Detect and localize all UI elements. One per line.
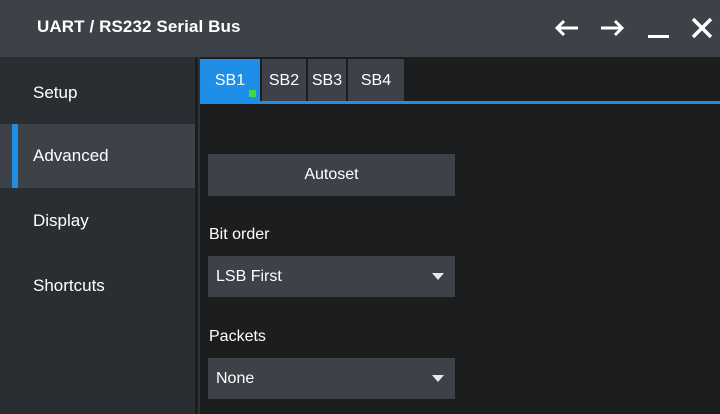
packets-label: Packets (209, 328, 266, 345)
window-title: UART / RS232 Serial Bus (37, 17, 241, 36)
sidebar-item-advanced[interactable]: Advanced (0, 124, 195, 188)
sidebar-item-shortcuts[interactable]: Shortcuts (0, 254, 195, 318)
tab-sb4[interactable]: SB4 (348, 59, 404, 103)
serial-bus-tabs: SB1 SB2 SB3 SB4 (200, 59, 406, 103)
tab-sb3[interactable]: SB3 (308, 59, 346, 103)
tab-label: SB2 (268, 72, 300, 89)
bit-order-label: Bit order (209, 226, 270, 243)
sidebar-item-label: Shortcuts (33, 276, 105, 295)
forward-arrow-icon[interactable] (598, 14, 626, 42)
status-indicator-icon (249, 90, 256, 97)
chevron-down-icon (432, 273, 444, 280)
bit-order-value: LSB First (216, 267, 282, 285)
sidebar-item-display[interactable]: Display (0, 189, 195, 253)
title-bar: UART / RS232 Serial Bus (0, 0, 720, 57)
autoset-button[interactable]: Autoset (208, 154, 455, 196)
minimize-icon[interactable] (645, 14, 673, 42)
sidebar-item-label: Display (33, 211, 89, 230)
tab-underline (200, 101, 720, 104)
bit-order-select[interactable]: LSB First (208, 256, 455, 297)
close-icon[interactable] (688, 14, 716, 42)
chevron-down-icon (432, 375, 444, 382)
tab-label: SB4 (360, 72, 392, 89)
packets-select[interactable]: None (208, 358, 455, 399)
packets-value: None (216, 369, 255, 387)
autoset-label: Autoset (304, 166, 359, 183)
sidebar-item-label: Advanced (33, 146, 109, 165)
tab-sb2[interactable]: SB2 (262, 59, 306, 103)
tab-label: SB3 (311, 72, 343, 89)
sidebar: Setup Advanced Display Shortcuts (0, 57, 195, 414)
sidebar-item-setup[interactable]: Setup (0, 61, 195, 125)
sidebar-item-label: Setup (33, 83, 78, 102)
tab-label: SB1 (214, 72, 246, 89)
back-arrow-icon[interactable] (553, 14, 581, 42)
tab-sb1[interactable]: SB1 (200, 59, 260, 103)
panel-divider (198, 57, 200, 414)
